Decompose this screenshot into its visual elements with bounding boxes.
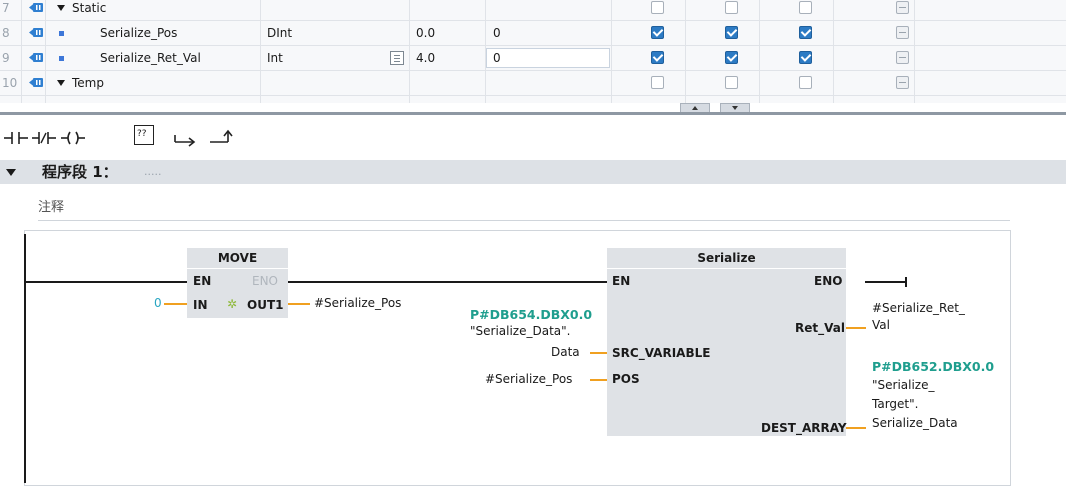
dest-operand[interactable]: Serialize_Data bbox=[872, 416, 958, 430]
ret-val-operand[interactable]: Val bbox=[872, 318, 890, 332]
pin-en: EN bbox=[612, 274, 631, 288]
src-operand[interactable]: "Serialize_Data". bbox=[470, 324, 570, 338]
coil-icon[interactable] bbox=[59, 126, 87, 150]
table-row[interactable]: 7 Static bbox=[0, 0, 1066, 21]
open-branch-icon[interactable] bbox=[172, 126, 200, 150]
section-name: Static bbox=[72, 1, 107, 15]
accessible-checkbox[interactable] bbox=[651, 1, 664, 14]
writable-checkbox[interactable] bbox=[725, 51, 738, 64]
ladder-instruction-toolbar: ?? bbox=[0, 118, 1066, 156]
data-type[interactable]: DInt bbox=[261, 21, 410, 45]
move-block[interactable]: MOVE EN ENO IN ✲ OUT1 bbox=[187, 248, 288, 318]
move-in-operand[interactable]: 0 bbox=[154, 296, 162, 310]
interface-icon bbox=[29, 53, 43, 62]
expand-pin-icon[interactable]: ✲ bbox=[227, 297, 237, 311]
empty-box-icon[interactable]: ?? bbox=[134, 125, 154, 145]
setpoint-checkbox[interactable] bbox=[896, 1, 909, 14]
accessible-checkbox[interactable] bbox=[651, 26, 664, 39]
network-title: 程序段 1： bbox=[42, 163, 118, 181]
pin-ret-val: Ret_Val bbox=[795, 321, 845, 335]
row-number: 10 bbox=[0, 71, 22, 95]
visible-checkbox[interactable] bbox=[799, 26, 812, 39]
dest-operand[interactable]: Target". bbox=[872, 397, 918, 411]
table-row[interactable]: 9 Serialize_Ret_Val Int 4.0 0 bbox=[0, 46, 1066, 71]
setpoint-checkbox[interactable] bbox=[896, 51, 909, 64]
ret-val-operand[interactable]: #Serialize_Ret_ bbox=[872, 301, 965, 315]
block-title: MOVE bbox=[187, 248, 288, 269]
pin-eno: ENO bbox=[252, 274, 279, 288]
interface-variable-table: 7 Static 8 Serialize_Pos DInt 0.0 0 9 Se… bbox=[0, 0, 1066, 103]
src-operand[interactable]: Data bbox=[551, 345, 580, 359]
ladder-network[interactable] bbox=[24, 230, 1011, 486]
accessible-checkbox[interactable] bbox=[651, 76, 664, 89]
src-address: P#DB654.DBX0.0 bbox=[470, 307, 593, 322]
table-row[interactable]: 8 Serialize_Pos DInt 0.0 0 bbox=[0, 21, 1066, 46]
collapse-arrow-icon[interactable] bbox=[57, 80, 65, 86]
visible-checkbox[interactable] bbox=[799, 76, 812, 89]
close-branch-icon[interactable] bbox=[208, 126, 236, 150]
pin-eno: ENO bbox=[814, 274, 843, 288]
interface-icon bbox=[29, 28, 43, 37]
network-title-input[interactable]: ..... bbox=[144, 165, 161, 178]
collapse-arrow-icon[interactable] bbox=[57, 5, 65, 11]
setpoint-checkbox[interactable] bbox=[896, 26, 909, 39]
writable-checkbox[interactable] bbox=[725, 1, 738, 14]
dest-address: P#DB652.DBX0.0 bbox=[872, 359, 995, 374]
visible-checkbox[interactable] bbox=[799, 1, 812, 14]
data-type[interactable]: Int bbox=[261, 46, 410, 70]
pin-in: IN bbox=[193, 298, 208, 312]
setpoint-checkbox[interactable] bbox=[896, 76, 909, 89]
pane-splitter[interactable] bbox=[0, 112, 1066, 115]
table-row bbox=[0, 96, 1066, 103]
table-row[interactable]: 10 Temp bbox=[0, 71, 1066, 96]
network-header[interactable]: 程序段 1： ..... bbox=[0, 160, 1066, 184]
variable-name[interactable]: Serialize_Ret_Val bbox=[100, 46, 201, 70]
serialize-block[interactable]: Serialize EN ENO Ret_Val SRC_VARIABLE PO… bbox=[607, 248, 847, 436]
collapse-arrow-icon[interactable] bbox=[6, 169, 16, 176]
pin-en: EN bbox=[193, 274, 212, 288]
row-number: 7 bbox=[0, 0, 22, 20]
variable-icon bbox=[59, 56, 64, 61]
visible-checkbox[interactable] bbox=[799, 51, 812, 64]
writable-checkbox[interactable] bbox=[725, 76, 738, 89]
block-title: Serialize bbox=[607, 248, 846, 269]
row-number: 8 bbox=[0, 21, 22, 45]
interface-icon bbox=[29, 3, 43, 12]
pin-src-variable: SRC_VARIABLE bbox=[612, 346, 711, 360]
move-out1-operand[interactable]: #Serialize_Pos bbox=[314, 296, 401, 310]
pin-pos: POS bbox=[612, 372, 640, 386]
row-number: 9 bbox=[0, 46, 22, 70]
accessible-checkbox[interactable] bbox=[651, 51, 664, 64]
pin-out1: OUT1 bbox=[247, 298, 284, 312]
nc-contact-icon[interactable] bbox=[30, 126, 58, 150]
variable-name[interactable]: Serialize_Pos bbox=[100, 21, 177, 45]
no-contact-icon[interactable] bbox=[2, 126, 30, 150]
offset: 0.0 bbox=[410, 21, 486, 45]
pin-dest-array: DEST_ARRAY bbox=[761, 421, 847, 435]
pos-operand[interactable]: #Serialize_Pos bbox=[485, 372, 572, 386]
writable-checkbox[interactable] bbox=[725, 26, 738, 39]
network-comment[interactable]: 注释 bbox=[38, 196, 64, 215]
offset: 4.0 bbox=[410, 46, 486, 70]
start-value[interactable]: 0 bbox=[486, 21, 612, 45]
interface-icon bbox=[29, 78, 43, 87]
dest-operand[interactable]: "Serialize_ bbox=[872, 378, 935, 392]
start-value-input[interactable]: 0 bbox=[486, 48, 610, 68]
type-picker-icon[interactable] bbox=[390, 51, 404, 65]
divider bbox=[38, 220, 1010, 221]
section-name: Temp bbox=[72, 76, 104, 90]
variable-icon bbox=[59, 31, 64, 36]
